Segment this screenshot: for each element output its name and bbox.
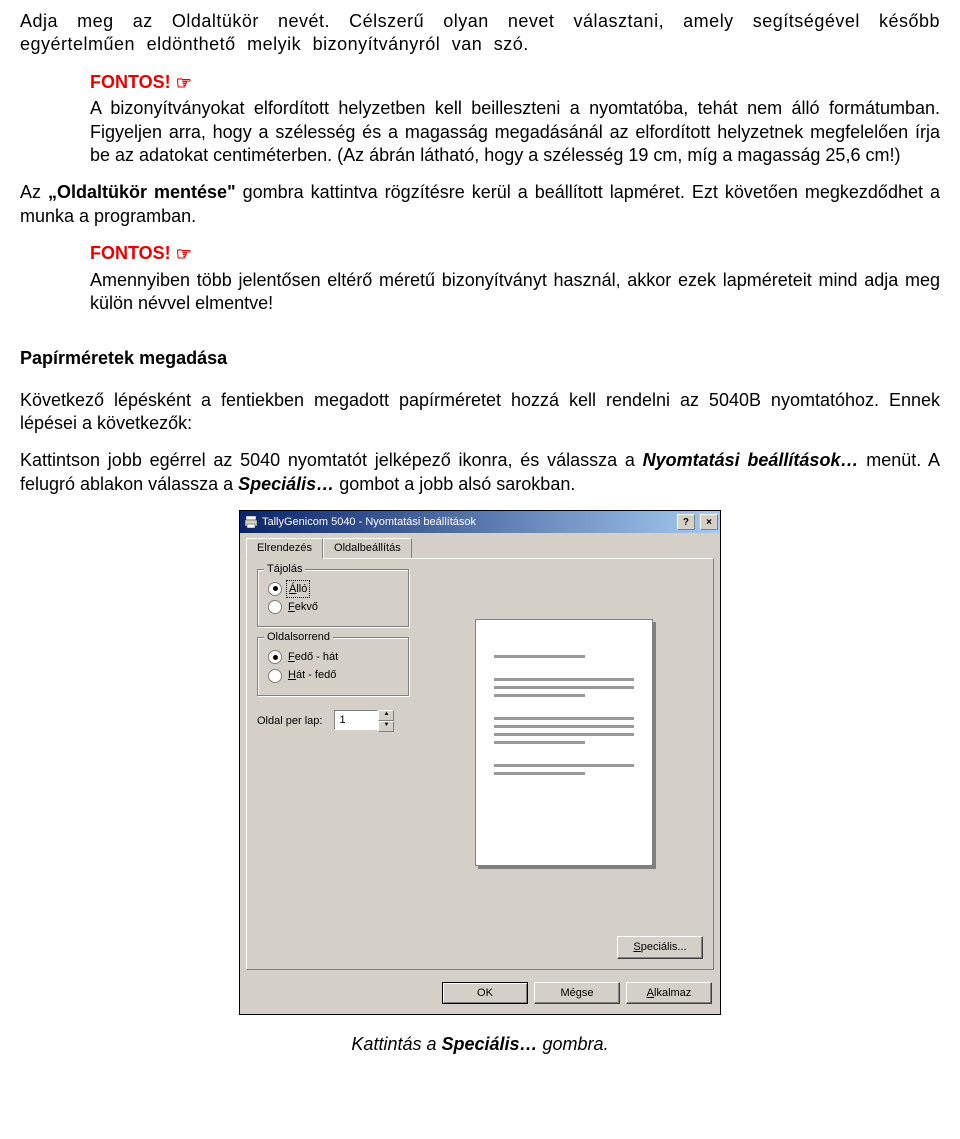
ok-button[interactable]: OK [442, 982, 528, 1004]
page-order-groupbox: Oldalsorrend Fedő - hát Hát - fedő [257, 637, 409, 696]
pointing-hand-icon: ☞ [176, 244, 192, 264]
paragraph-4: Kattintson jobb egérrel az 5040 nyomtató… [20, 449, 940, 496]
radio-portrait[interactable]: Álló [268, 582, 398, 596]
figure-caption: Kattintás a Speciális… gombra. [20, 1033, 940, 1056]
dialog-button-row: OK Mégse Alkalmaz [240, 976, 720, 1014]
spinner-down-icon[interactable]: ▼ [378, 721, 394, 732]
radio-landscape-label: Fekvő [288, 600, 318, 614]
fontos-label-1: FONTOS! ☞ [90, 71, 940, 95]
spinner-up-icon[interactable]: ▲ [378, 710, 394, 721]
help-button[interactable]: ? [677, 514, 695, 530]
apply-button[interactable]: Alkalmaz [626, 982, 712, 1004]
tab-panel: Tájolás Álló Fekvő Oldalsorrend Fedő - h… [246, 558, 714, 970]
radio-front-to-back-label: Fedő - hát [288, 650, 338, 664]
pointing-hand-icon: ☞ [176, 73, 192, 93]
dialog-title: TallyGenicom 5040 - Nyomtatási beállítás… [262, 515, 476, 529]
radio-front-to-back[interactable]: Fedő - hát [268, 650, 398, 664]
orientation-title: Tájolás [264, 562, 305, 576]
radio-back-to-front[interactable]: Hát - fedő [268, 668, 398, 682]
close-button[interactable]: × [700, 514, 718, 530]
page-order-title: Oldalsorrend [264, 630, 333, 644]
orientation-groupbox: Tájolás Álló Fekvő [257, 569, 409, 628]
pages-per-sheet-spinner[interactable]: 1 ▲ ▼ [334, 710, 394, 732]
tab-page-setup[interactable]: Oldalbeállítás [323, 538, 412, 558]
dialog-titlebar: TallyGenicom 5040 - Nyomtatási beállítás… [240, 511, 720, 533]
tab-layout[interactable]: Elrendezés [246, 538, 323, 558]
cancel-button[interactable]: Mégse [534, 982, 620, 1004]
paragraph-1: Adja meg az Oldaltükör nevét. Célszerű o… [20, 10, 940, 57]
pages-per-sheet-label: Oldal per lap: [257, 714, 322, 728]
print-settings-dialog: TallyGenicom 5040 - Nyomtatási beállítás… [239, 510, 721, 1015]
section-heading: Papírméretek megadása [20, 347, 940, 370]
tab-bar: Elrendezés Oldalbeállítás [240, 533, 720, 557]
fontos-body-2: Amennyiben több jelentősen eltérő méretű… [90, 269, 940, 316]
special-button[interactable]: Speciális... [617, 936, 703, 958]
paragraph-3: Következő lépésként a fentiekben megadot… [20, 389, 940, 436]
radio-landscape[interactable]: Fekvő [268, 600, 398, 614]
fontos-block-2: FONTOS! ☞ Amennyiben több jelentősen elt… [90, 242, 940, 315]
printer-icon [244, 515, 258, 529]
fontos-block-1: FONTOS! ☞ A bizonyítványokat elfordított… [90, 71, 940, 168]
paragraph-2: Az „Oldaltükör mentése" gombra kattintva… [20, 181, 940, 228]
fontos-label-2: FONTOS! ☞ [90, 242, 940, 266]
radio-back-to-front-label: Hát - fedő [288, 668, 336, 682]
fontos-body-1: A bizonyítványokat elfordított helyzetbe… [90, 97, 940, 167]
page-preview [475, 619, 653, 866]
pages-per-sheet-value[interactable]: 1 [334, 710, 378, 730]
radio-portrait-label: Álló [288, 582, 308, 596]
